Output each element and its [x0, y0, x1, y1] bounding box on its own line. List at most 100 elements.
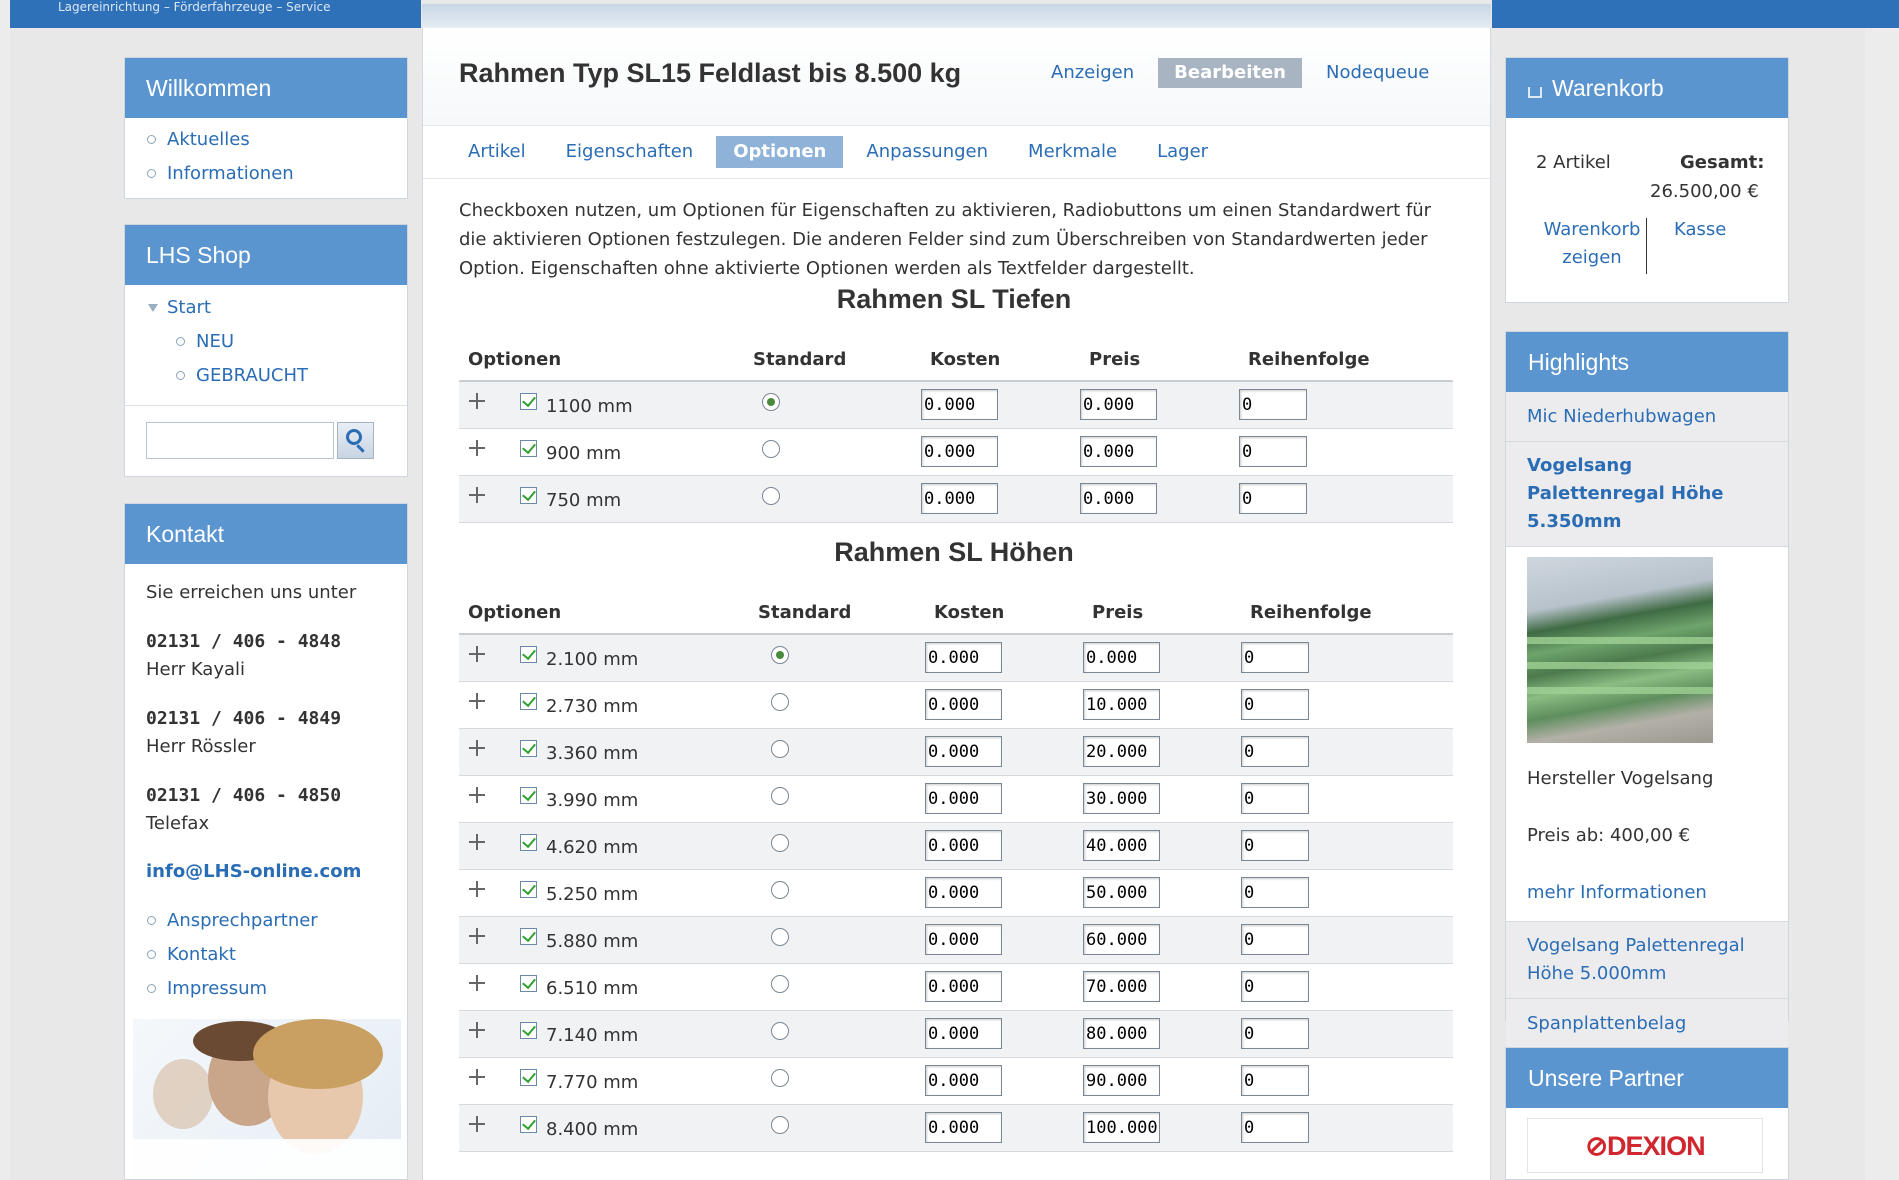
- drag-handle-icon[interactable]: [469, 880, 485, 897]
- highlight-item[interactable]: Spanplattenbelag: [1506, 999, 1788, 1049]
- drag-handle-icon[interactable]: [469, 739, 485, 756]
- more-info-link[interactable]: mehr Informationen: [1506, 879, 1788, 907]
- price-input[interactable]: [1083, 924, 1160, 955]
- nav-item-ansprechpartner[interactable]: Ansprechpartner: [125, 904, 407, 938]
- price-input[interactable]: [1083, 689, 1160, 720]
- nav-item-neu[interactable]: NEU: [125, 325, 407, 359]
- cost-input[interactable]: [921, 436, 998, 467]
- option-enabled-checkbox[interactable]: [520, 645, 537, 663]
- order-input[interactable]: [1241, 783, 1309, 814]
- default-radio[interactable]: [771, 1116, 789, 1134]
- cost-input[interactable]: [925, 783, 1002, 814]
- highlight-item[interactable]: Mic Niederhubwagen: [1506, 392, 1788, 442]
- nav-item-informationen[interactable]: Informationen: [125, 157, 407, 191]
- price-input[interactable]: [1083, 877, 1160, 908]
- cost-input[interactable]: [925, 877, 1002, 908]
- contact-email-link[interactable]: info@LHS-online.com: [146, 858, 386, 886]
- default-radio[interactable]: [762, 393, 780, 412]
- drag-handle-icon[interactable]: [469, 1068, 485, 1085]
- highlight-item[interactable]: Vogelsang Palettenregal Höhe 5.000mm: [1506, 921, 1788, 999]
- cost-input[interactable]: [921, 389, 998, 421]
- order-input[interactable]: [1239, 389, 1307, 421]
- cost-input[interactable]: [925, 1112, 1002, 1143]
- tab-bearbeiten[interactable]: Bearbeiten: [1158, 58, 1302, 88]
- subtab-optionen[interactable]: Optionen: [716, 136, 844, 168]
- cost-input[interactable]: [925, 971, 1002, 1002]
- subtab-artikel[interactable]: Artikel: [451, 136, 543, 168]
- default-radio[interactable]: [771, 1069, 789, 1087]
- drag-handle-icon[interactable]: [469, 927, 485, 944]
- option-enabled-checkbox[interactable]: [520, 974, 537, 992]
- drag-handle-icon[interactable]: [469, 1115, 485, 1132]
- show-cart-link[interactable]: Warenkorb zeigen: [1536, 216, 1648, 272]
- price-input[interactable]: [1083, 830, 1160, 861]
- default-radio[interactable]: [771, 693, 789, 711]
- option-enabled-checkbox[interactable]: [520, 1115, 537, 1133]
- default-radio[interactable]: [762, 487, 780, 505]
- tab-anzeigen[interactable]: Anzeigen: [1035, 58, 1150, 88]
- drag-handle-icon[interactable]: [469, 439, 485, 456]
- drag-handle-icon[interactable]: [469, 645, 485, 662]
- price-input[interactable]: [1083, 1112, 1160, 1143]
- order-input[interactable]: [1241, 736, 1309, 767]
- nav-item-impressum[interactable]: Impressum: [125, 972, 407, 1006]
- order-input[interactable]: [1241, 1065, 1309, 1096]
- option-enabled-checkbox[interactable]: [520, 1068, 537, 1086]
- price-input[interactable]: [1083, 971, 1160, 1002]
- option-enabled-checkbox[interactable]: [520, 880, 537, 898]
- cost-input[interactable]: [925, 736, 1002, 767]
- order-input[interactable]: [1241, 830, 1309, 861]
- drag-handle-icon[interactable]: [469, 974, 485, 991]
- order-input[interactable]: [1241, 971, 1309, 1002]
- price-input[interactable]: [1080, 389, 1157, 421]
- price-input[interactable]: [1080, 436, 1157, 467]
- drag-handle-icon[interactable]: [469, 833, 485, 850]
- price-input[interactable]: [1083, 736, 1160, 767]
- default-radio[interactable]: [771, 646, 789, 665]
- default-radio[interactable]: [771, 1022, 789, 1040]
- subtab-anpassungen[interactable]: Anpassungen: [849, 136, 1005, 168]
- tab-nodequeue[interactable]: Nodequeue: [1310, 58, 1445, 88]
- order-input[interactable]: [1241, 1112, 1309, 1143]
- checkout-link[interactable]: Kasse: [1674, 216, 1726, 244]
- option-enabled-checkbox[interactable]: [520, 392, 537, 410]
- subtab-lager[interactable]: Lager: [1140, 136, 1225, 168]
- price-input[interactable]: [1083, 783, 1160, 814]
- drag-handle-icon[interactable]: [469, 692, 485, 709]
- price-input[interactable]: [1083, 1018, 1160, 1049]
- nav-item-aktuelles[interactable]: Aktuelles: [125, 123, 407, 157]
- price-input[interactable]: [1083, 642, 1160, 674]
- order-input[interactable]: [1239, 483, 1307, 514]
- default-radio[interactable]: [762, 440, 780, 458]
- default-radio[interactable]: [771, 975, 789, 993]
- cost-input[interactable]: [925, 1065, 1002, 1096]
- option-enabled-checkbox[interactable]: [520, 786, 537, 804]
- subtab-eigenschaften[interactable]: Eigenschaften: [549, 136, 711, 168]
- option-enabled-checkbox[interactable]: [520, 739, 537, 757]
- nav-item-start[interactable]: Start: [125, 291, 407, 325]
- search-input[interactable]: [146, 422, 334, 459]
- cost-input[interactable]: [925, 924, 1002, 955]
- order-input[interactable]: [1241, 689, 1309, 720]
- option-enabled-checkbox[interactable]: [520, 486, 537, 504]
- search-button[interactable]: [337, 422, 374, 459]
- order-input[interactable]: [1241, 642, 1309, 674]
- option-enabled-checkbox[interactable]: [520, 1021, 537, 1039]
- price-input[interactable]: [1080, 483, 1157, 514]
- cost-input[interactable]: [925, 830, 1002, 861]
- nav-item-gebraucht[interactable]: GEBRAUCHT: [125, 359, 407, 393]
- order-input[interactable]: [1241, 1018, 1309, 1049]
- order-input[interactable]: [1241, 924, 1309, 955]
- drag-handle-icon[interactable]: [469, 786, 485, 803]
- highlight-item-active[interactable]: Vogelsang Palettenregal Höhe 5.350mm: [1506, 442, 1788, 547]
- cost-input[interactable]: [921, 483, 998, 514]
- price-input[interactable]: [1083, 1065, 1160, 1096]
- order-input[interactable]: [1239, 436, 1307, 467]
- option-enabled-checkbox[interactable]: [520, 927, 537, 945]
- dexion-logo[interactable]: ⊘DEXION: [1527, 1118, 1763, 1173]
- order-input[interactable]: [1241, 877, 1309, 908]
- drag-handle-icon[interactable]: [469, 1021, 485, 1038]
- subtab-merkmale[interactable]: Merkmale: [1011, 136, 1134, 168]
- product-image[interactable]: [1527, 557, 1713, 743]
- default-radio[interactable]: [771, 881, 789, 899]
